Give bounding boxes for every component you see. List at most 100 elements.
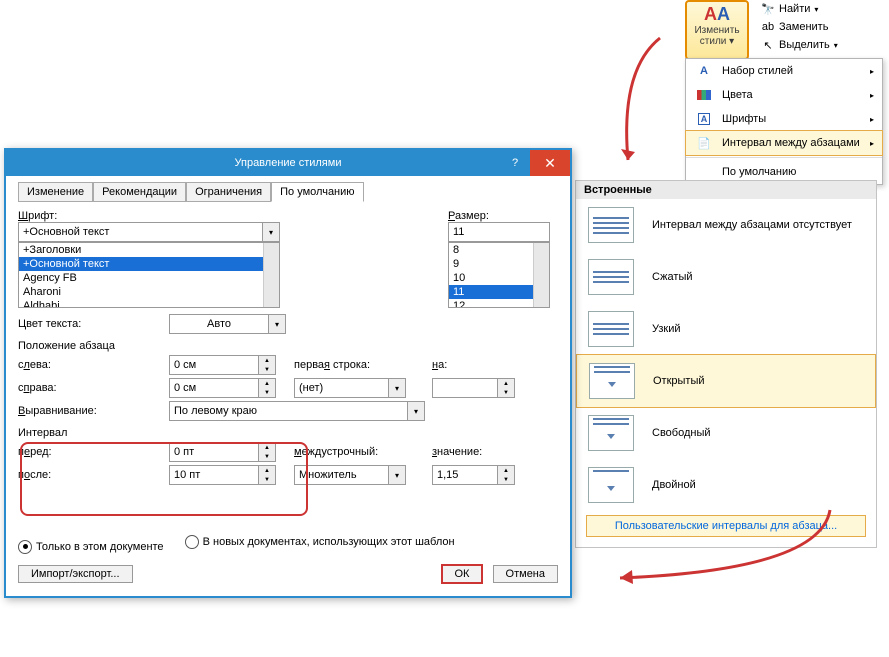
font-input[interactable]	[19, 223, 262, 241]
textcolor-combo[interactable]: ▾	[169, 314, 286, 334]
firstline-combo[interactable]: ▾	[294, 378, 406, 398]
style-label: Двойной	[652, 479, 696, 491]
linespacing-input[interactable]	[295, 466, 388, 484]
menu-paragraph-spacing[interactable]: 📄Интервал между абзацами▸	[685, 130, 883, 156]
tab-default[interactable]: По умолчанию	[271, 182, 363, 202]
size-combo[interactable]	[448, 222, 550, 242]
binoculars-icon: 🔭	[761, 2, 775, 16]
spacing-icon: 📄	[694, 135, 714, 151]
spinner-down[interactable]: ▼	[498, 388, 514, 397]
right-input[interactable]	[170, 379, 258, 397]
style-label: Интервал между абзацами отсутствует	[652, 219, 852, 231]
menu-paragraph-spacing-label: Интервал между абзацами	[722, 137, 860, 149]
chevron-down-icon[interactable]: ▾	[268, 315, 285, 333]
radio-icon	[185, 535, 199, 549]
chevron-right-icon: ▸	[870, 91, 874, 100]
spinner-up[interactable]: ▲	[259, 356, 275, 365]
style-double[interactable]: Двойной	[576, 459, 876, 511]
value-label: значение:	[432, 446, 492, 458]
style-tight[interactable]: Узкий	[576, 303, 876, 355]
chevron-down-icon[interactable]: ▾	[262, 223, 279, 241]
spinner-down[interactable]: ▼	[259, 365, 275, 374]
tab-recommend[interactable]: Рекомендации	[93, 182, 186, 202]
chevron-down-icon[interactable]: ▾	[407, 402, 424, 420]
textcolor-label: Цвет текста:	[18, 318, 163, 330]
style-compact[interactable]: Сжатый	[576, 251, 876, 303]
select-label: Выделить	[779, 39, 830, 51]
tab-edit[interactable]: Изменение	[18, 182, 93, 202]
chevron-down-icon[interactable]: ▾	[388, 379, 405, 397]
style-set-icon: A	[694, 63, 714, 79]
menu-colors-label: Цвета	[722, 89, 753, 101]
chevron-down-icon: ▾	[814, 5, 818, 14]
spinner-up[interactable]: ▲	[498, 466, 514, 475]
list-item[interactable]: +Заголовки	[19, 243, 279, 257]
cancel-button[interactable]: Отмена	[493, 565, 558, 583]
select-button[interactable]: ↖Выделить ▾	[757, 36, 877, 54]
value-input[interactable]	[433, 466, 497, 484]
by-spinner[interactable]: ▲▼	[432, 378, 515, 398]
style-label: Сжатый	[652, 271, 693, 283]
colors-icon	[694, 87, 714, 103]
tab-restrict[interactable]: Ограничения	[186, 182, 271, 202]
by-label: на:	[432, 359, 492, 371]
scrollbar[interactable]	[263, 243, 279, 307]
chevron-down-icon[interactable]: ▾	[388, 466, 405, 484]
align-input[interactable]	[170, 402, 407, 420]
radio-this-document[interactable]: Только в этом документе	[18, 540, 164, 554]
right-label: справа:	[18, 382, 163, 394]
spinner-up[interactable]: ▲	[259, 379, 275, 388]
size-label: Размер:	[448, 210, 558, 222]
change-styles-label1: Изменить	[694, 25, 739, 36]
radio-templ-label: В новых документах, использующих этот ша…	[203, 536, 455, 548]
dialog-title: Управление стилями	[235, 157, 342, 169]
right-spinner[interactable]: ▲▼	[169, 378, 276, 398]
align-label: Выравнивание:	[18, 405, 163, 417]
change-styles-button[interactable]: AA Изменитьстили ▾	[685, 0, 749, 60]
help-button[interactable]: ?	[502, 150, 528, 176]
linespacing-combo[interactable]: ▾	[294, 465, 406, 485]
radio-new-documents[interactable]: В новых документах, использующих этот ша…	[185, 535, 455, 549]
style-open[interactable]: Открытый	[576, 354, 876, 408]
ok-button[interactable]: ОК	[441, 564, 484, 584]
value-spinner[interactable]: ▲▼	[432, 465, 515, 485]
textcolor-input[interactable]	[170, 315, 268, 333]
menu-style-set[interactable]: AНабор стилей▸	[686, 59, 882, 83]
radio-doc-label: Только в этом документе	[36, 541, 164, 553]
find-button[interactable]: 🔭Найти ▾	[757, 0, 877, 18]
panel-header: Встроенные	[576, 181, 876, 199]
position-label: Положение абзаца	[18, 340, 558, 352]
close-icon: ✕	[544, 155, 556, 172]
style-no-spacing[interactable]: Интервал между абзацами отсутствует	[576, 199, 876, 251]
align-combo[interactable]: ▾	[169, 401, 425, 421]
style-relaxed[interactable]: Свободный	[576, 407, 876, 459]
chevron-down-icon: ▾	[834, 41, 838, 50]
replace-button[interactable]: abЗаменить	[757, 18, 877, 36]
import-export-button[interactable]: Импорт/экспорт...	[18, 565, 133, 583]
menu-fonts-label: Шрифты	[722, 113, 766, 125]
spinner-up[interactable]: ▲	[498, 379, 514, 388]
menu-fonts[interactable]: AШрифты▸	[686, 107, 882, 131]
menu-colors[interactable]: Цвета ▸	[686, 83, 882, 107]
left-input[interactable]	[170, 356, 258, 374]
spinner-down[interactable]: ▼	[498, 475, 514, 484]
linespacing-label: междустрочный:	[294, 446, 394, 458]
size-listbox[interactable]: 8 9 10 11 12	[448, 242, 550, 308]
list-item[interactable]: +Основной текст	[19, 257, 279, 271]
spinner-down[interactable]: ▼	[259, 388, 275, 397]
size-input[interactable]	[449, 223, 549, 241]
font-combo[interactable]: ▾	[18, 222, 280, 242]
by-input[interactable]	[433, 379, 497, 397]
scrollbar[interactable]	[533, 243, 549, 307]
interval-label: Интервал	[18, 427, 558, 439]
firstline-input[interactable]	[295, 379, 388, 397]
annotation-arrow-1	[580, 30, 700, 180]
close-button[interactable]: ✕	[530, 150, 570, 176]
list-item[interactable]: Aharoni	[19, 285, 279, 299]
list-item[interactable]: Agency FB	[19, 271, 279, 285]
font-listbox[interactable]: +Заголовки +Основной текст Agency FB Aha…	[18, 242, 280, 308]
chevron-right-icon: ▸	[870, 115, 874, 124]
left-spinner[interactable]: ▲▼	[169, 355, 276, 375]
list-item[interactable]: Aldhabi	[19, 299, 279, 308]
custom-spacing-link[interactable]: Пользовательские интервалы для абзаца...	[586, 515, 866, 537]
